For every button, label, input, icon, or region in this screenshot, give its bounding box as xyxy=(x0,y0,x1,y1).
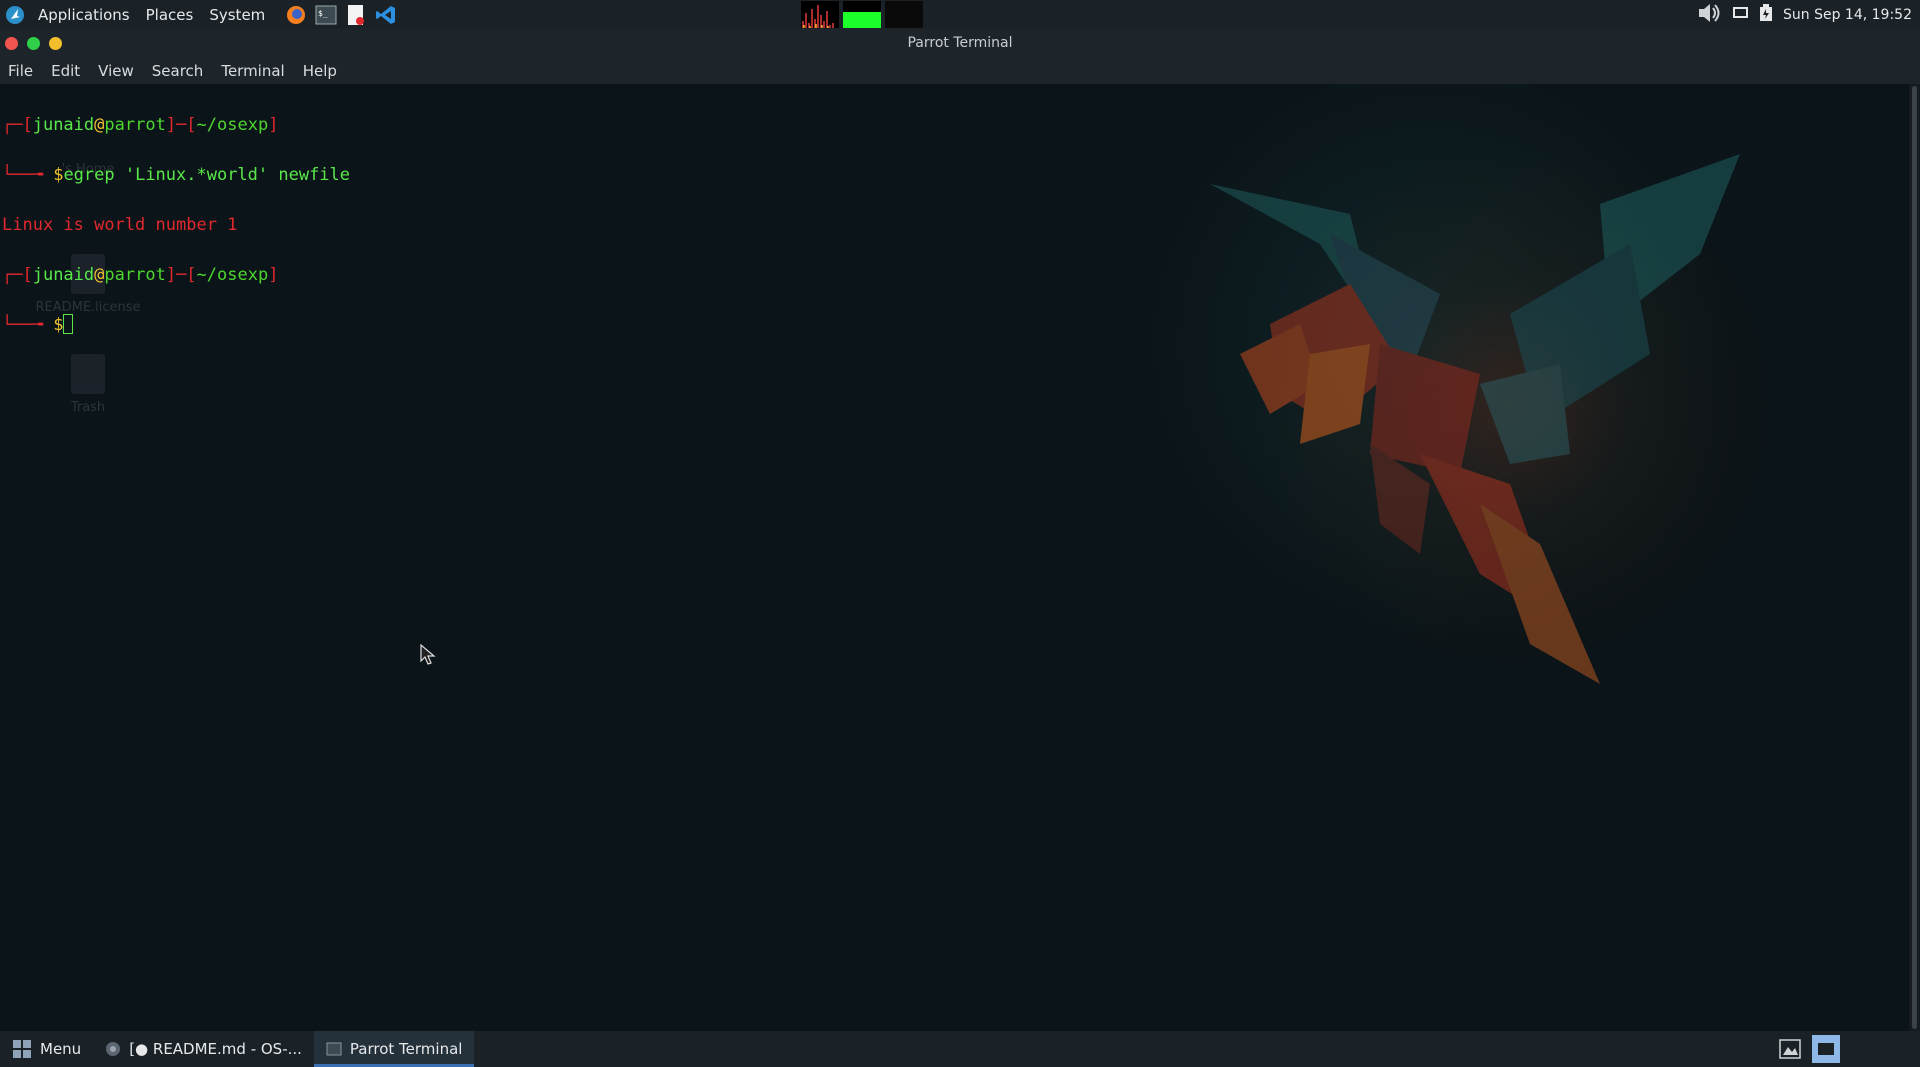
text-cursor xyxy=(63,314,74,334)
window-titlebar[interactable]: Parrot Terminal xyxy=(0,29,1920,57)
parrot-logo-icon[interactable] xyxy=(2,2,28,28)
prompt-host: parrot xyxy=(104,115,166,135)
system-monitors xyxy=(801,1,923,28)
parrot-wallpaper-image xyxy=(1210,154,1740,684)
top-panel: Applications Places System $_ Sun Sep 14… xyxy=(0,0,1920,29)
workspace-2[interactable] xyxy=(1812,1035,1840,1063)
top-panel-right: Sun Sep 14, 19:52 xyxy=(1697,0,1912,29)
workspace-1[interactable] xyxy=(1776,1035,1804,1063)
terminal-menubar: File Edit View Search Terminal Help xyxy=(0,57,1920,85)
menu-edit[interactable]: Edit xyxy=(43,62,90,80)
command-line-1: └──╼ $egrep 'Linux.*world' newfile xyxy=(2,165,351,185)
menu-applications[interactable]: Applications xyxy=(30,0,138,29)
window-icon xyxy=(1818,1043,1834,1055)
window-title: Parrot Terminal xyxy=(907,35,1013,51)
menu-label: Menu xyxy=(40,1040,82,1058)
grid-icon xyxy=(13,1040,31,1058)
command-line-2: └──╼ $ xyxy=(2,313,350,338)
memory-monitor xyxy=(843,1,881,28)
command-output: Linux is world number 1 xyxy=(2,215,238,235)
volume-icon[interactable] xyxy=(1697,1,1723,29)
prompt-user: junaid xyxy=(32,115,95,135)
start-menu-button[interactable]: Menu xyxy=(0,1031,93,1067)
top-panel-left: Applications Places System $_ xyxy=(0,0,401,29)
prompt-line-1: ┌─[junaid@parrot]─[~/osexp] xyxy=(2,115,279,135)
network-monitor xyxy=(885,1,923,28)
prompt-line-2: ┌─[junaid@parrot]─[~/osexp] xyxy=(2,265,279,285)
prompt-user-2: junaid xyxy=(32,265,95,285)
terminal-icon xyxy=(326,1042,342,1056)
desktop-switcher-icon xyxy=(1779,1039,1801,1059)
app-icon xyxy=(106,1042,121,1056)
workspace-switcher xyxy=(1776,1035,1840,1063)
terminal-icon[interactable]: $_ xyxy=(313,2,339,28)
scrollbar-thumb[interactable] xyxy=(1912,86,1917,1029)
firefox-icon[interactable] xyxy=(283,2,309,28)
clock[interactable]: Sun Sep 14, 19:52 xyxy=(1783,7,1912,23)
battery-icon[interactable] xyxy=(1759,3,1773,26)
task-label: Parrot Terminal xyxy=(349,1040,463,1058)
vscode-icon[interactable] xyxy=(373,2,399,28)
mouse-pointer-icon xyxy=(420,644,436,665)
text-editor-icon[interactable] xyxy=(343,2,369,28)
minimize-button[interactable] xyxy=(49,37,62,50)
menu-terminal[interactable]: Terminal xyxy=(213,62,294,80)
prompt-host-2: parrot xyxy=(104,265,166,285)
svg-text:$_: $_ xyxy=(318,9,328,18)
menu-help[interactable]: Help xyxy=(295,62,347,80)
prompt-cwd-2: ~/osexp xyxy=(196,265,269,285)
menu-view[interactable]: View xyxy=(90,62,144,80)
memory-fill xyxy=(843,11,881,28)
prompt-cwd: ~/osexp xyxy=(196,115,269,135)
command-text: egrep 'Linux.*world' newfile xyxy=(63,165,351,185)
menu-places[interactable]: Places xyxy=(138,0,202,29)
menu-system[interactable]: System xyxy=(201,0,273,29)
terminal-output: ┌─[junaid@parrot]─[~/osexp] └──╼ $egrep … xyxy=(2,88,350,363)
terminal-scrollbar[interactable] xyxy=(1909,84,1920,1031)
menu-file[interactable]: File xyxy=(0,62,43,80)
bottom-panel: Menu [● README.md - OS-... Parrot Termin… xyxy=(0,1031,1920,1067)
task-parrot-terminal[interactable]: Parrot Terminal xyxy=(313,1031,475,1067)
task-readme[interactable]: [● README.md - OS-... xyxy=(93,1031,314,1067)
task-label: [● README.md - OS-... xyxy=(129,1040,302,1058)
desktop-icon-trash[interactable]: Trash xyxy=(28,354,148,415)
display-icon[interactable] xyxy=(1733,6,1749,24)
close-button[interactable] xyxy=(5,37,18,50)
menu-search[interactable]: Search xyxy=(144,62,214,80)
cpu-monitor xyxy=(801,1,839,28)
maximize-button[interactable] xyxy=(27,37,40,50)
